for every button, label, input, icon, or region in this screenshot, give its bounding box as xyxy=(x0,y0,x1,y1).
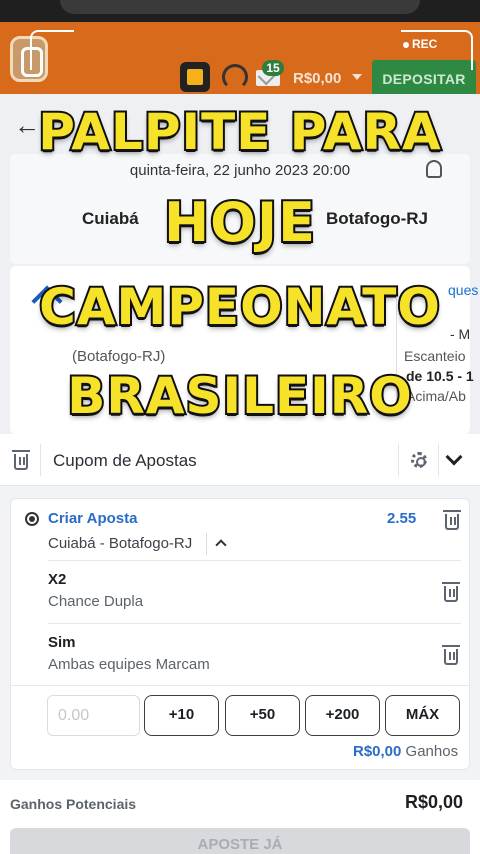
soccer-ball-icon xyxy=(25,512,39,526)
overlay-caption-line: BRASILEIRO xyxy=(65,365,414,427)
bet-slip: Cupom de Apostas Criar Aposta 2.55 Cuiab… xyxy=(0,434,480,854)
trash-icon[interactable] xyxy=(442,582,460,602)
gift-icon[interactable] xyxy=(180,62,210,92)
camera-notch xyxy=(60,0,420,14)
match-date: quinta-feira, 22 junho 2023 20:00 xyxy=(129,162,351,179)
chevron-up-icon[interactable] xyxy=(215,539,227,551)
app-screen: 15 R$0,00 DEPOSITAR REC ← quinta-feira, … xyxy=(0,0,480,854)
potential-winnings-bar: Ganhos Potenciais R$0,00 APOSTE JÁ xyxy=(0,780,480,854)
gear-icon[interactable] xyxy=(411,452,427,468)
mail-badge: 15 xyxy=(262,60,284,76)
bet-card: Criar Aposta 2.55 Cuiabá - Botafogo-RJ X… xyxy=(10,498,470,770)
divider xyxy=(48,560,461,561)
trash-icon[interactable] xyxy=(442,645,460,665)
winnings-label: Ganhos xyxy=(405,743,459,760)
divider xyxy=(48,623,461,624)
trash-icon[interactable] xyxy=(12,450,30,470)
place-bet-button[interactable]: APOSTE JÁ xyxy=(10,828,470,854)
selection-market: Ambas equipes Marcam xyxy=(48,656,210,673)
potential-winnings-value: R$0,00 xyxy=(405,792,464,812)
bet-event: Cuiabá - Botafogo-RJ xyxy=(48,535,193,552)
quick-amount-button[interactable]: +10 xyxy=(144,695,219,736)
overlay-caption-line: CAMPEONATO xyxy=(37,276,442,338)
status-bar xyxy=(0,0,480,22)
chevron-down-icon[interactable] xyxy=(352,74,362,80)
recording-frame-left xyxy=(30,30,74,70)
stake-input[interactable]: 0.00 xyxy=(47,695,140,736)
chevron-down-icon[interactable] xyxy=(445,448,463,466)
divider xyxy=(11,685,469,686)
market-detail: (Botafogo-RJ) xyxy=(72,348,166,365)
selection-pick: Sim xyxy=(48,634,76,651)
overlay-caption-line: HOJE xyxy=(162,189,317,256)
trash-icon[interactable] xyxy=(443,510,461,530)
bet-odds: 2.55 xyxy=(387,510,417,527)
winnings: R$0,00 Ganhos xyxy=(353,743,458,760)
bet-slip-title: Cupom de Apostas xyxy=(53,451,197,470)
quick-amount-button[interactable]: +200 xyxy=(305,695,380,736)
divider xyxy=(438,444,439,476)
potential-winnings-label: Ganhos Potenciais xyxy=(10,796,137,812)
market-text: Escanteio xyxy=(404,348,466,364)
winnings-amount: R$0,00 xyxy=(353,743,402,760)
headset-icon[interactable] xyxy=(222,64,248,90)
selection-pick: X2 xyxy=(48,571,67,588)
bell-icon[interactable] xyxy=(426,160,442,178)
overlay-caption-line: PALPITE PARA xyxy=(36,101,442,163)
divider xyxy=(398,444,399,476)
max-amount-button[interactable]: MÁX xyxy=(385,695,460,736)
recording-indicator: REC xyxy=(403,37,437,51)
quick-amount-button[interactable]: +50 xyxy=(225,695,300,736)
selection-market: Chance Dupla xyxy=(48,593,144,610)
balance-display[interactable]: R$0,00 xyxy=(293,70,341,87)
divider xyxy=(206,533,207,555)
bet-title: Criar Aposta xyxy=(48,510,138,527)
bet-slip-header: Cupom de Apostas xyxy=(0,434,480,486)
divider xyxy=(40,444,41,476)
